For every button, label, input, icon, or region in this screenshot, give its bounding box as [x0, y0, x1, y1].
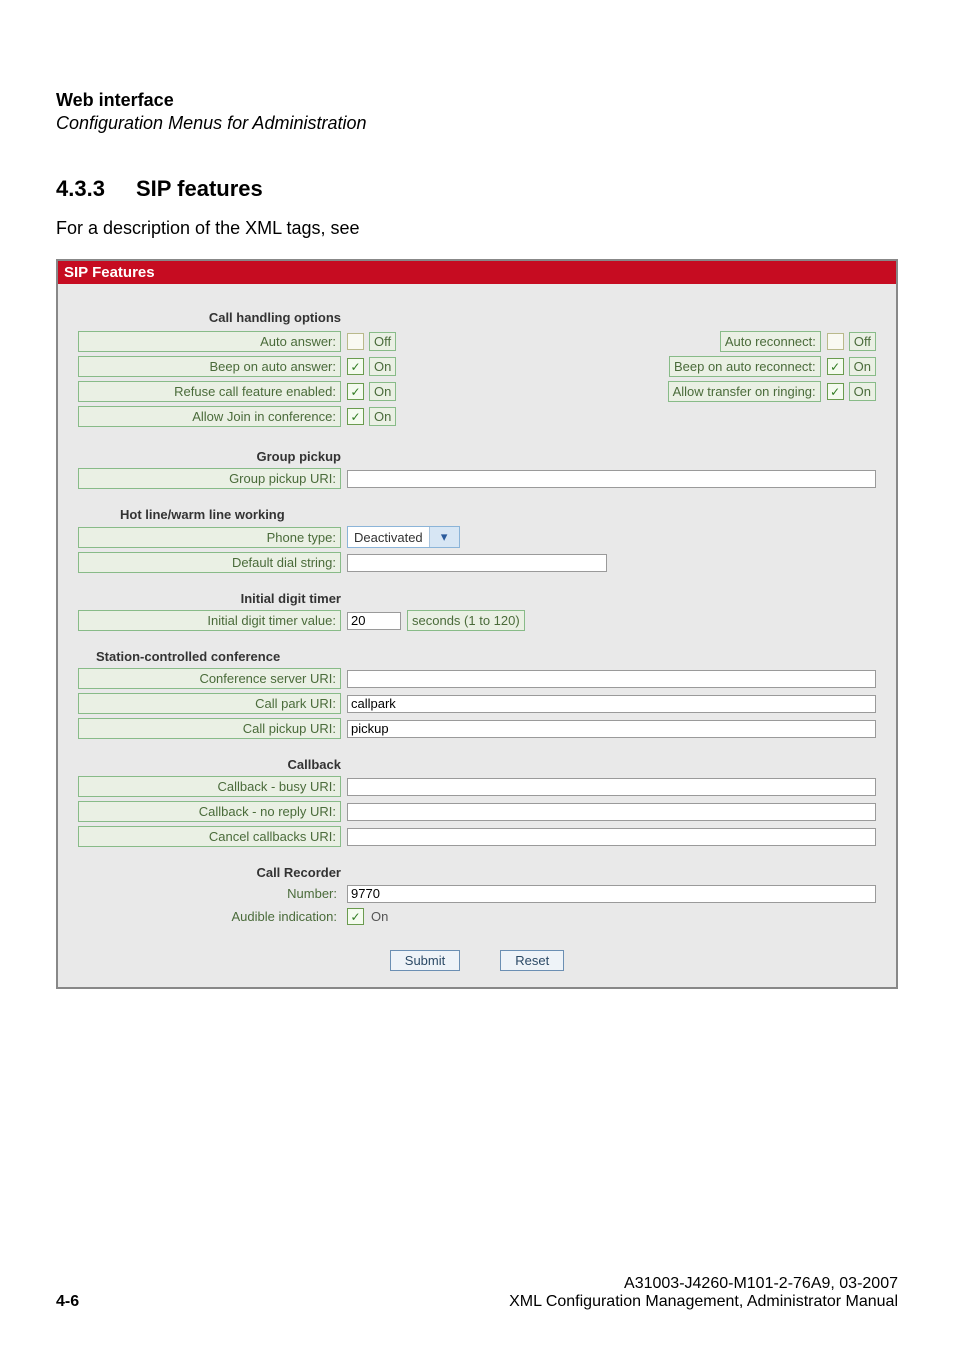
row-beep-auto-answer: Beep on auto answer: ✓ On	[78, 356, 418, 377]
state-allow-transfer: On	[849, 382, 876, 401]
group-heading-recorder: Call Recorder	[78, 865, 341, 880]
row-callback-busy: Callback - busy URI:	[78, 776, 876, 797]
label-auto-reconnect: Auto reconnect:	[720, 331, 821, 352]
group-heading-conference: Station-controlled conference	[96, 649, 876, 664]
row-cancel-callbacks: Cancel callbacks URI:	[78, 826, 876, 847]
label-audible-indication: Audible indication:	[78, 907, 341, 926]
section-title: SIP features	[136, 176, 263, 202]
input-recorder-number[interactable]	[347, 885, 876, 903]
checkbox-auto-answer[interactable]: ✓	[347, 333, 364, 350]
row-audible-indication: Audible indication: ✓ On	[78, 907, 876, 926]
label-auto-answer: Auto answer:	[78, 331, 341, 352]
row-beep-auto-reconnect: Beep on auto reconnect: ✓ On	[668, 356, 876, 377]
submit-button[interactable]: Submit	[390, 950, 460, 971]
label-allow-transfer: Allow transfer on ringing:	[668, 381, 821, 402]
label-beep-auto-reconnect: Beep on auto reconnect:	[669, 356, 821, 377]
input-call-pickup-uri[interactable]	[347, 720, 876, 738]
checkbox-refuse-call[interactable]: ✓	[347, 383, 364, 400]
group-heading-call-handling: Call handling options	[78, 310, 341, 325]
label-recorder-number: Number:	[78, 884, 341, 903]
input-initial-digit[interactable]	[347, 612, 401, 630]
row-phone-type: Phone type: Deactivated ▾	[78, 526, 876, 548]
footer-doc-id: A31003-J4260-M101-2-76A9, 03-2007	[509, 1275, 898, 1293]
input-default-dial[interactable]	[347, 554, 607, 572]
checkbox-allow-transfer[interactable]: ✓	[827, 383, 844, 400]
footer-doc-title: XML Configuration Management, Administra…	[509, 1293, 898, 1311]
select-phone-type-value: Deactivated	[348, 530, 429, 545]
group-heading-group-pickup: Group pickup	[78, 449, 341, 464]
checkbox-audible-indication[interactable]: ✓	[347, 908, 364, 925]
state-audible-indication: On	[371, 909, 388, 924]
row-auto-reconnect: Auto reconnect: ✓ Off	[668, 331, 876, 352]
row-call-pickup-uri: Call pickup URI:	[78, 718, 876, 739]
group-heading-hotline: Hot line/warm line working	[120, 507, 876, 522]
label-call-park-uri: Call park URI:	[78, 693, 341, 714]
label-beep-auto-answer: Beep on auto answer:	[78, 356, 341, 377]
label-default-dial: Default dial string:	[78, 552, 341, 573]
page-footer: 4-6 A31003-J4260-M101-2-76A9, 03-2007 XM…	[56, 1275, 898, 1311]
row-auto-answer: Auto answer: ✓ Off	[78, 331, 418, 352]
panel-title: SIP Features	[58, 261, 896, 284]
section-number: 4.3.3	[56, 176, 136, 202]
state-allow-join: On	[369, 407, 396, 426]
page-header-title: Web interface	[56, 90, 898, 111]
checkbox-allow-join[interactable]: ✓	[347, 408, 364, 425]
state-refuse-call: On	[369, 382, 396, 401]
input-cancel-callbacks[interactable]	[347, 828, 876, 846]
row-refuse-call: Refuse call feature enabled: ✓ On	[78, 381, 418, 402]
checkbox-beep-auto-reconnect[interactable]: ✓	[827, 358, 844, 375]
page-header-subtitle: Configuration Menus for Administration	[56, 113, 898, 134]
state-beep-auto-reconnect: On	[849, 357, 876, 376]
reset-button[interactable]: Reset	[500, 950, 564, 971]
input-call-park-uri[interactable]	[347, 695, 876, 713]
input-conf-server-uri[interactable]	[347, 670, 876, 688]
input-group-pickup-uri[interactable]	[347, 470, 876, 488]
row-recorder-number: Number:	[78, 884, 876, 903]
label-allow-join: Allow Join in conference:	[78, 406, 341, 427]
hint-initial-digit: seconds (1 to 120)	[407, 610, 525, 631]
label-cancel-callbacks: Cancel callbacks URI:	[78, 826, 341, 847]
label-group-pickup-uri: Group pickup URI:	[78, 468, 341, 489]
row-default-dial: Default dial string:	[78, 552, 876, 573]
input-callback-noreply[interactable]	[347, 803, 876, 821]
checkbox-beep-auto-answer[interactable]: ✓	[347, 358, 364, 375]
row-initial-digit: Initial digit timer value: seconds (1 to…	[78, 610, 876, 631]
label-callback-busy: Callback - busy URI:	[78, 776, 341, 797]
row-group-pickup-uri: Group pickup URI:	[78, 468, 876, 489]
label-refuse-call: Refuse call feature enabled:	[78, 381, 341, 402]
state-auto-answer: Off	[369, 332, 396, 351]
chevron-down-icon: ▾	[429, 527, 459, 547]
label-phone-type: Phone type:	[78, 527, 341, 548]
state-beep-auto-answer: On	[369, 357, 396, 376]
group-heading-initial-digit: Initial digit timer	[78, 591, 341, 606]
label-callback-noreply: Callback - no reply URI:	[78, 801, 341, 822]
row-conf-server-uri: Conference server URI:	[78, 668, 876, 689]
sip-features-panel: SIP Features Call handling options Auto …	[56, 259, 898, 989]
row-callback-noreply: Callback - no reply URI:	[78, 801, 876, 822]
page-number: 4-6	[56, 1293, 79, 1311]
select-phone-type[interactable]: Deactivated ▾	[347, 526, 460, 548]
input-callback-busy[interactable]	[347, 778, 876, 796]
row-allow-join: Allow Join in conference: ✓ On	[78, 406, 418, 427]
label-initial-digit: Initial digit timer value:	[78, 610, 341, 631]
row-allow-transfer: Allow transfer on ringing: ✓ On	[668, 381, 876, 402]
row-call-park-uri: Call park URI:	[78, 693, 876, 714]
group-heading-callback: Callback	[78, 757, 341, 772]
section-description: For a description of the XML tags, see	[56, 218, 898, 239]
label-call-pickup-uri: Call pickup URI:	[78, 718, 341, 739]
checkbox-auto-reconnect[interactable]: ✓	[827, 333, 844, 350]
label-conf-server-uri: Conference server URI:	[78, 668, 341, 689]
state-auto-reconnect: Off	[849, 332, 876, 351]
